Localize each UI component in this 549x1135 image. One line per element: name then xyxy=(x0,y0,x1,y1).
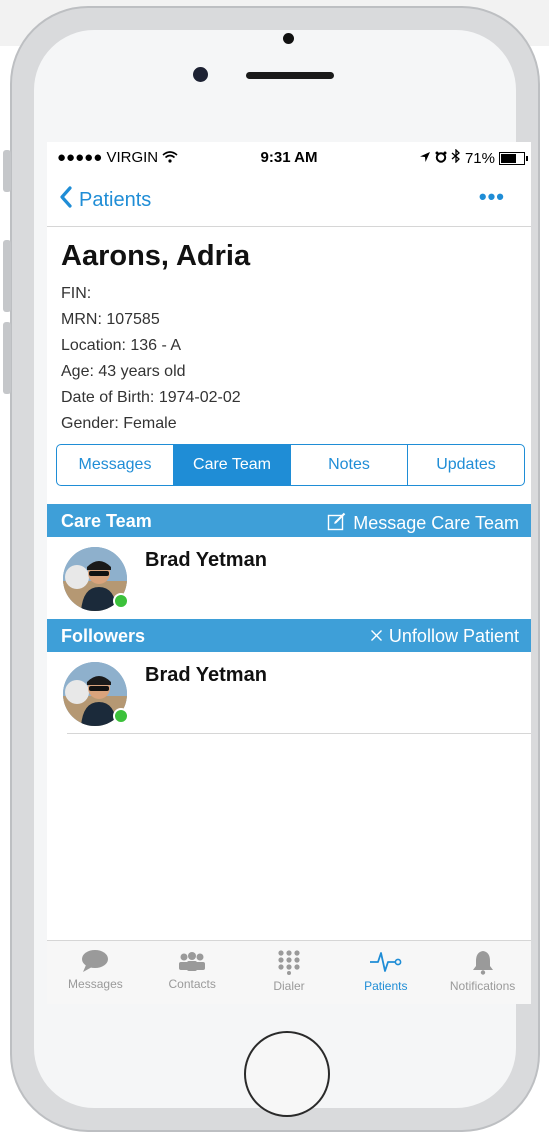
segment-care-team[interactable]: Care Team xyxy=(173,445,290,485)
tab-notifications[interactable]: Notifications xyxy=(434,941,531,1004)
segment-messages[interactable]: Messages xyxy=(57,445,173,485)
unfollow-patient-label: Unfollow Patient xyxy=(388,626,519,646)
tab-label: Contacts xyxy=(168,977,216,991)
care-team-header: Care Team Message Care Team xyxy=(47,504,531,537)
status-indicators: 71% xyxy=(419,148,528,167)
chevron-left-icon xyxy=(59,186,73,214)
tab-dialer[interactable]: Dialer xyxy=(241,941,338,1004)
patient-fin: FIN: xyxy=(61,285,92,302)
unfollow-patient-button[interactable]: Unfollow Patient xyxy=(370,626,519,647)
message-care-team-label: Message Care Team xyxy=(353,513,519,533)
earpiece-speaker xyxy=(246,72,334,79)
home-button[interactable] xyxy=(244,1031,330,1117)
tab-label: Messages xyxy=(68,977,123,991)
tab-messages[interactable]: Messages xyxy=(47,941,144,1004)
patient-mrn: MRN: 107585 xyxy=(61,311,160,328)
segmented-control: Messages Care Team Notes Updates xyxy=(56,444,525,486)
volume-down-button xyxy=(3,322,11,394)
battery-icon xyxy=(499,151,528,165)
care-team-title: Care Team xyxy=(61,511,152,531)
front-camera xyxy=(193,67,208,82)
online-status-indicator xyxy=(113,593,129,609)
bluetooth-icon xyxy=(451,148,461,167)
row-divider xyxy=(67,733,531,734)
proximity-sensor xyxy=(283,33,294,44)
status-bar: ●●●●● VIRGIN 9:31 AM 71% xyxy=(47,142,531,172)
online-status-indicator xyxy=(113,708,129,724)
patient-name: Aarons, Adria xyxy=(61,240,251,272)
patient-location: Location: 136 - A xyxy=(61,337,182,354)
mute-switch xyxy=(3,150,11,192)
more-options-icon[interactable]: ••• xyxy=(479,184,505,210)
follower-row[interactable]: Brad Yetman xyxy=(47,652,531,734)
care-team-member-row[interactable]: Brad Yetman xyxy=(47,537,531,619)
back-label: Patients xyxy=(79,188,152,211)
segment-updates[interactable]: Updates xyxy=(407,445,524,485)
member-name: Brad Yetman xyxy=(145,664,267,686)
back-button[interactable]: Patients xyxy=(59,186,151,214)
member-name: Brad Yetman xyxy=(145,549,267,571)
close-icon xyxy=(370,626,383,647)
battery-percent: 71% xyxy=(464,149,495,167)
volume-up-button xyxy=(3,240,11,312)
pulse-icon xyxy=(368,949,404,975)
patient-gender: Gender: Female xyxy=(61,415,177,432)
segment-notes[interactable]: Notes xyxy=(290,445,407,485)
patient-age: Age: 43 years old xyxy=(61,363,186,380)
tab-contacts[interactable]: Contacts xyxy=(144,941,241,1004)
keypad-icon xyxy=(276,949,302,975)
people-icon xyxy=(176,949,208,973)
tab-label: Dialer xyxy=(273,979,305,993)
tab-patients[interactable]: Patients xyxy=(337,941,434,1004)
tab-label: Patients xyxy=(364,979,408,993)
location-arrow-icon xyxy=(419,150,431,167)
navigation-bar: Patients ••• xyxy=(47,172,531,227)
app-screen: ●●●●● VIRGIN 9:31 AM 71% Patients ••• Aa… xyxy=(47,142,531,1004)
chat-bubble-icon xyxy=(80,949,110,973)
tab-label: Notifications xyxy=(449,979,516,993)
alarm-icon xyxy=(435,150,447,167)
battery-fill xyxy=(501,153,517,163)
followers-title: Followers xyxy=(61,626,146,646)
compose-icon xyxy=(327,511,347,536)
tab-bar: Messages Contacts Dialer Patients Notifi… xyxy=(47,940,531,1004)
message-care-team-button[interactable]: Message Care Team xyxy=(327,511,519,536)
bell-icon xyxy=(470,949,496,975)
followers-header: Followers Unfollow Patient xyxy=(47,619,531,652)
patient-dob: Date of Birth: 1974-02-02 xyxy=(61,389,241,406)
